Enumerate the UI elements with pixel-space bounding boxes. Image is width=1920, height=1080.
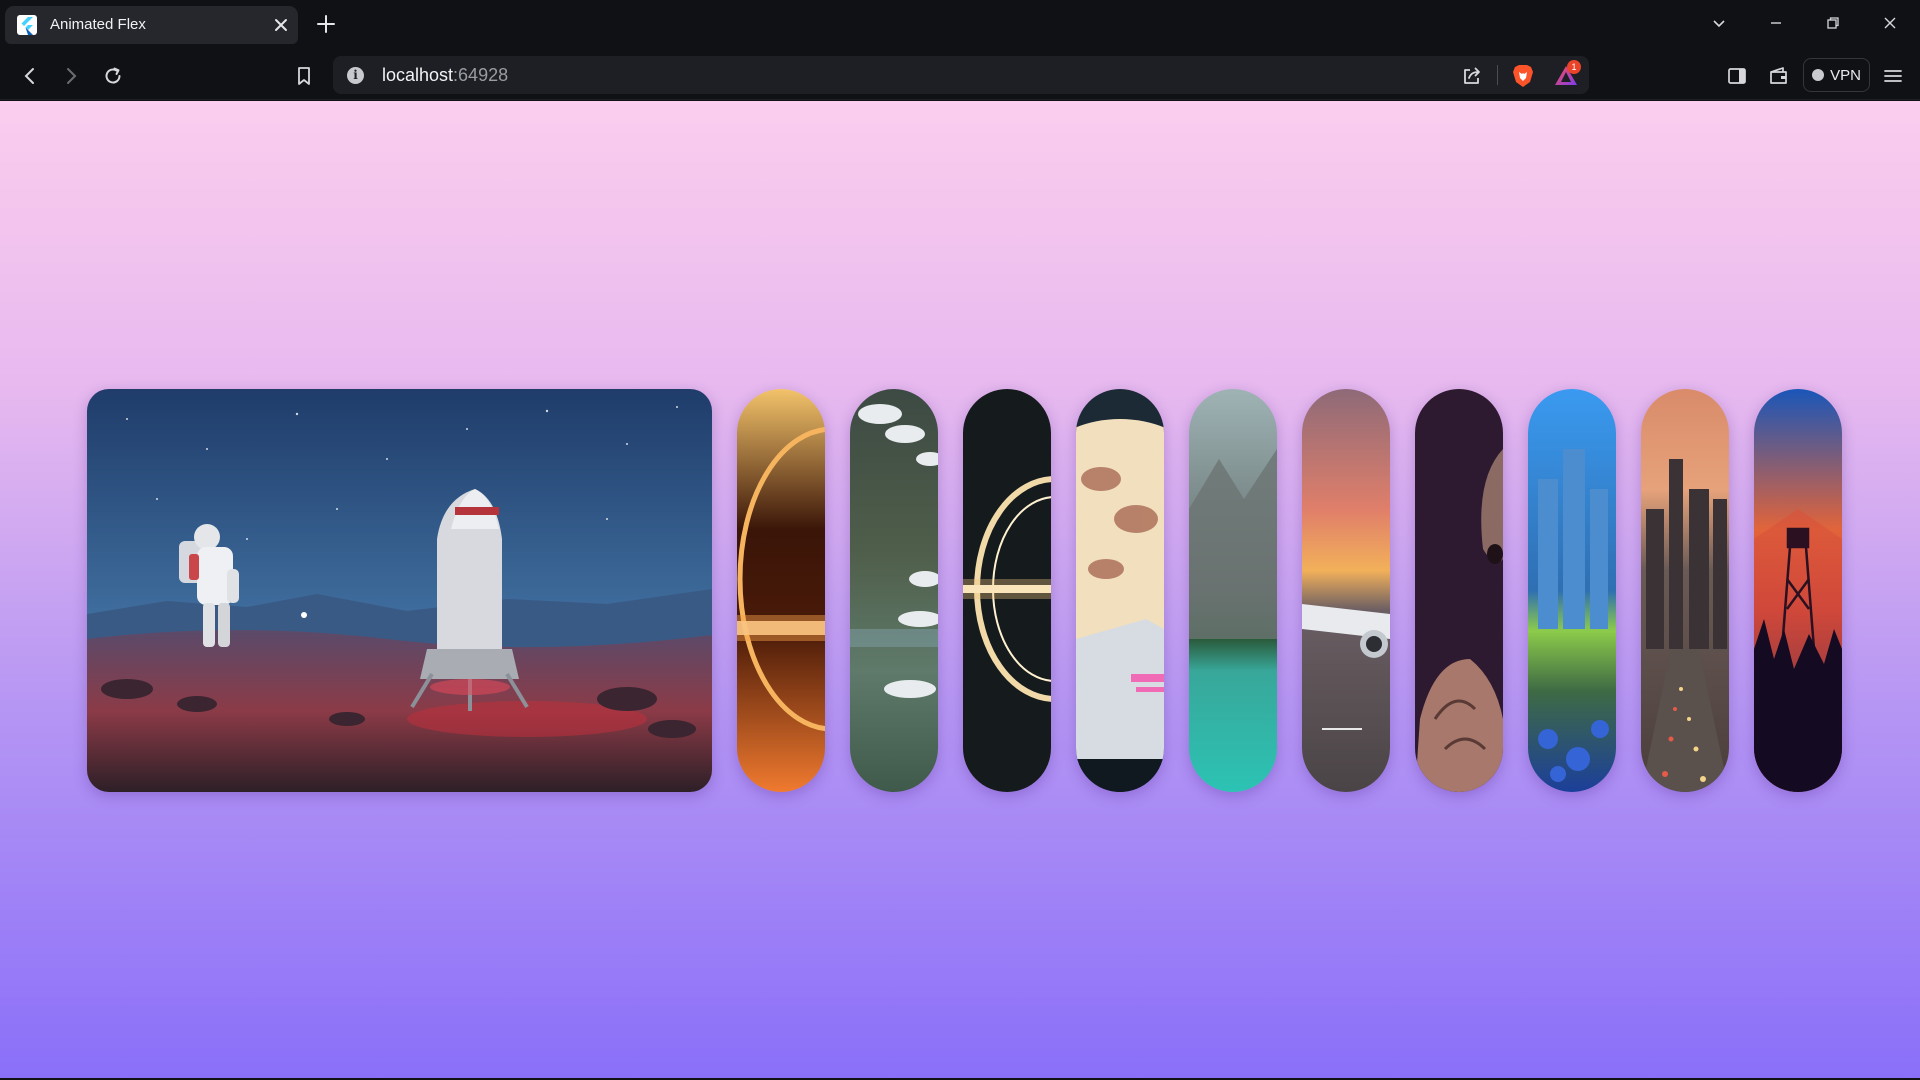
restore-icon[interactable] — [1819, 9, 1847, 37]
gallery-card-blue-city-fields[interactable] — [1528, 389, 1616, 792]
url-port: :64928 — [453, 65, 509, 85]
share-icon[interactable] — [1461, 65, 1483, 87]
address-divider — [1497, 65, 1498, 85]
brave-lion-icon[interactable] — [1511, 63, 1535, 89]
gallery-card-mountain-valley-clouds[interactable] — [850, 389, 938, 792]
gallery-card-sports-car-moon[interactable] — [1076, 389, 1164, 792]
minimize-icon[interactable] — [1762, 9, 1790, 37]
gallery-card-orange-black-hole[interactable] — [737, 389, 825, 792]
chevron-down-icon[interactable] — [1705, 9, 1733, 37]
vpn-button[interactable]: VPN — [1803, 58, 1870, 92]
address-bar[interactable]: i localhost:64928 1 — [333, 56, 1589, 94]
gallery-card-airplane-sunset[interactable] — [1302, 389, 1390, 792]
url-text[interactable]: localhost:64928 — [382, 65, 508, 86]
gallery-card-anime-creature[interactable] — [1415, 389, 1503, 792]
vpn-label: VPN — [1830, 66, 1861, 84]
tab-strip: Animated Flex — [0, 0, 1920, 50]
hamburger-menu-icon[interactable] — [1880, 63, 1906, 89]
forward-arrow-icon[interactable] — [58, 63, 84, 89]
close-window-icon[interactable] — [1876, 9, 1904, 37]
wallet-icon[interactable] — [1766, 63, 1792, 89]
gallery-card-city-highway[interactable] — [1641, 389, 1729, 792]
vpn-status-icon — [1812, 69, 1825, 81]
gallery-card-turquoise-lake[interactable] — [1189, 389, 1277, 792]
bookmark-icon[interactable] — [291, 63, 317, 89]
rewards-badge: 1 — [1567, 60, 1581, 74]
browser-toolbar: i localhost:64928 1 VPN — [0, 50, 1920, 100]
flutter-logo-icon — [17, 15, 37, 35]
plus-icon[interactable] — [316, 14, 336, 34]
gallery-card-gargantua-black-hole[interactable] — [963, 389, 1051, 792]
back-arrow-icon[interactable] — [17, 63, 43, 89]
browser-tab[interactable]: Animated Flex — [5, 6, 298, 44]
info-icon[interactable]: i — [347, 67, 364, 84]
animated-flex-gallery — [87, 389, 1842, 792]
page-viewport — [0, 101, 1920, 1078]
close-icon[interactable] — [272, 16, 290, 34]
url-host: localhost — [382, 65, 454, 85]
tab-title: Animated Flex — [50, 16, 146, 33]
reload-icon[interactable] — [100, 63, 126, 89]
gallery-card-fire-lookout-tower[interactable] — [1754, 389, 1842, 792]
gallery-card-astronaut-lander[interactable] — [87, 389, 712, 792]
sidebar-icon[interactable] — [1724, 63, 1750, 89]
